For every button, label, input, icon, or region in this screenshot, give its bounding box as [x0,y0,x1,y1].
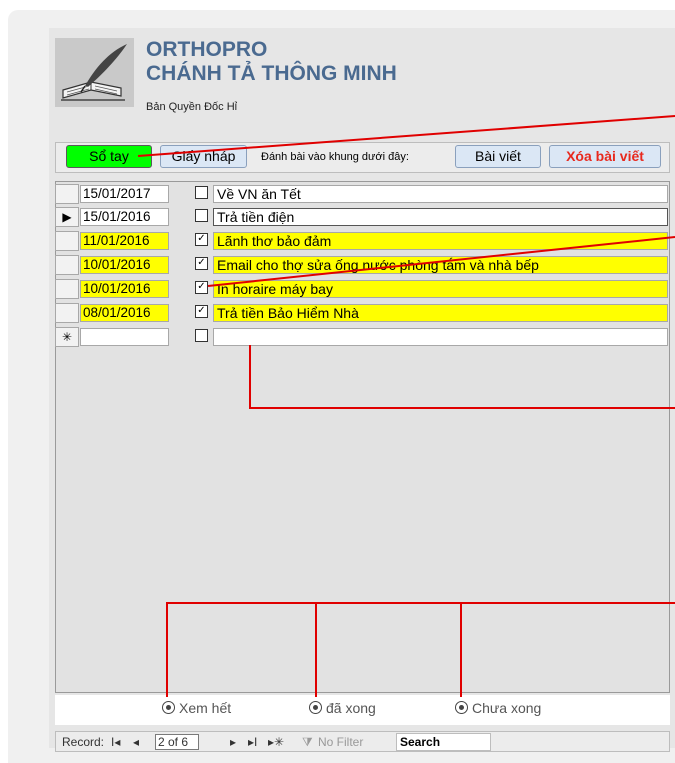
previous-record-icon[interactable]: ◂ [133,735,139,749]
last-record-icon[interactable]: ▸I [248,735,257,749]
done-checkbox[interactable] [195,209,208,222]
table-row: ▶ 15/01/2016 Trả tiền điện [55,206,670,228]
record-selector[interactable] [55,231,79,251]
task-title-field[interactable] [213,328,668,346]
record-selector[interactable] [55,184,79,204]
task-title-field[interactable]: In horaire máy bay [213,280,668,298]
table-row: 10/01/2016 ✓ In horaire máy bay [55,278,670,300]
next-record-icon[interactable]: ▸ [230,735,236,749]
new-record-row: ✳ [55,326,670,348]
done-checkbox[interactable] [195,186,208,199]
date-field[interactable]: 08/01/2016 [80,304,169,322]
date-field[interactable]: 11/01/2016 [80,232,169,250]
table-row: 15/01/2017 Về VN ăn Tết [55,183,670,205]
done-checkbox[interactable]: ✓ [195,233,208,246]
delete-article-button[interactable]: Xóa bài viết [549,145,661,168]
record-navigation-bar: Record: I◂ ◂ 2 of 6 ▸ ▸I ▸✳ ⧩ No Filter … [55,731,670,752]
notebook-button[interactable]: Sổ tay [66,145,152,168]
done-checkbox[interactable] [195,329,208,342]
task-title-field[interactable]: Trả tiền Bảo Hiểm Nhà [213,304,668,322]
date-field[interactable]: 10/01/2016 [80,256,169,274]
new-record-icon[interactable]: ▸✳ [268,735,284,749]
record-selector[interactable] [55,279,79,299]
new-record-selector[interactable]: ✳ [55,327,79,347]
toolbar-hint: Đánh bài vào khung dưới đây: [261,151,409,163]
task-title-field[interactable]: Trả tiền điện [213,208,668,226]
radio-icon [309,701,322,714]
done-checkbox[interactable]: ✓ [195,281,208,294]
filter-done-label: đã xong [326,700,376,716]
app-title: ORTHOPRO [146,38,268,61]
table-row: 08/01/2016 ✓ Trả tiền Bảo Hiểm Nhà [55,302,670,324]
task-title-field[interactable]: Email cho thợ sửa ống nước phòng tắm và … [213,256,668,274]
task-title-field[interactable]: Lãnh thơ bảo đảm [213,232,668,250]
filter-done-radio[interactable]: đã xong [309,700,376,716]
date-field[interactable]: 10/01/2016 [80,280,169,298]
record-selector[interactable] [55,255,79,275]
first-record-icon[interactable]: I◂ [111,735,120,749]
table-row: 10/01/2016 ✓ Email cho thợ sửa ống nước … [55,254,670,276]
quill-book-logo-icon [55,38,134,107]
filter-all-radio[interactable]: Xem hết [162,700,231,716]
table-row: 11/01/2016 ✓ Lãnh thơ bảo đảm [55,230,670,252]
record-label: Record: [62,735,105,749]
done-checkbox[interactable]: ✓ [195,305,208,318]
record-selector[interactable]: ▶ [55,207,79,227]
date-field[interactable]: 15/01/2016 [80,208,169,226]
current-record-field[interactable]: 2 of 6 [155,734,199,750]
done-checkbox[interactable]: ✓ [195,257,208,270]
date-field[interactable]: 15/01/2017 [80,185,169,203]
radio-icon [455,701,468,714]
search-input[interactable]: Search [396,733,491,751]
draft-button[interactable]: Giấy nháp [160,145,247,168]
funnel-icon[interactable]: ⧩ [302,735,313,750]
date-field[interactable] [80,328,169,346]
record-selector[interactable] [55,303,79,323]
task-title-field[interactable]: Về VN ăn Tết [213,185,668,203]
radio-selected-icon [162,701,175,714]
no-filter-button[interactable]: No Filter [318,735,363,749]
copyright-text: Bản Quyền Đốc Hỉ [146,101,238,113]
article-button[interactable]: Bài viết [455,145,541,168]
filter-not-done-radio[interactable]: Chưa xong [455,700,541,716]
app-subtitle: CHÁNH TẢ THÔNG MINH [146,62,397,85]
filter-all-label: Xem hết [179,700,232,716]
filter-not-done-label: Chưa xong [472,700,542,716]
